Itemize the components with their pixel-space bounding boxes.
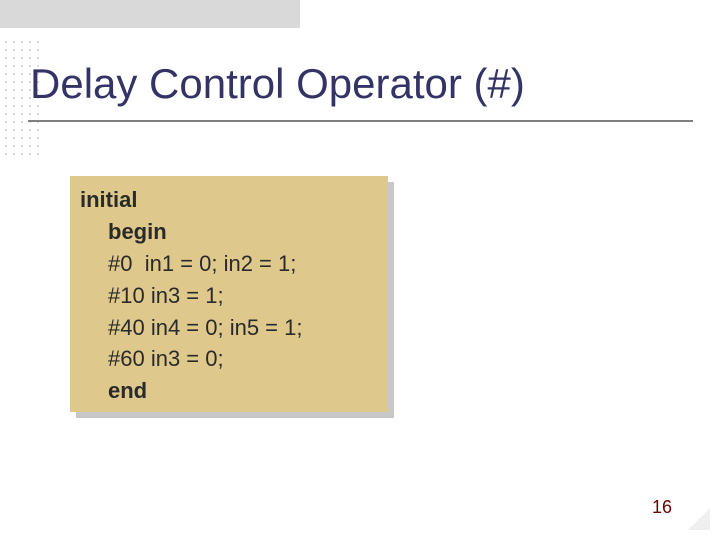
corner-fold-icon	[688, 508, 710, 530]
code-line-1: initial	[80, 184, 378, 216]
code-line-2: begin	[80, 216, 378, 248]
code-line-4: #10 in3 = 1;	[80, 280, 378, 312]
code-line-5: #40 in4 = 0; in5 = 1;	[80, 312, 378, 344]
code-line-3: #0 in1 = 0; in2 = 1;	[80, 248, 378, 280]
page-number: 16	[652, 497, 672, 518]
code-line-6: #60 in3 = 0;	[80, 343, 378, 375]
title-underline	[28, 120, 693, 122]
code-line-7: end	[80, 375, 378, 407]
top-stripe	[0, 0, 300, 28]
slide-title: Delay Control Operator (#)	[30, 60, 525, 108]
code-box: initial begin #0 in1 = 0; in2 = 1; #10 i…	[70, 176, 388, 412]
